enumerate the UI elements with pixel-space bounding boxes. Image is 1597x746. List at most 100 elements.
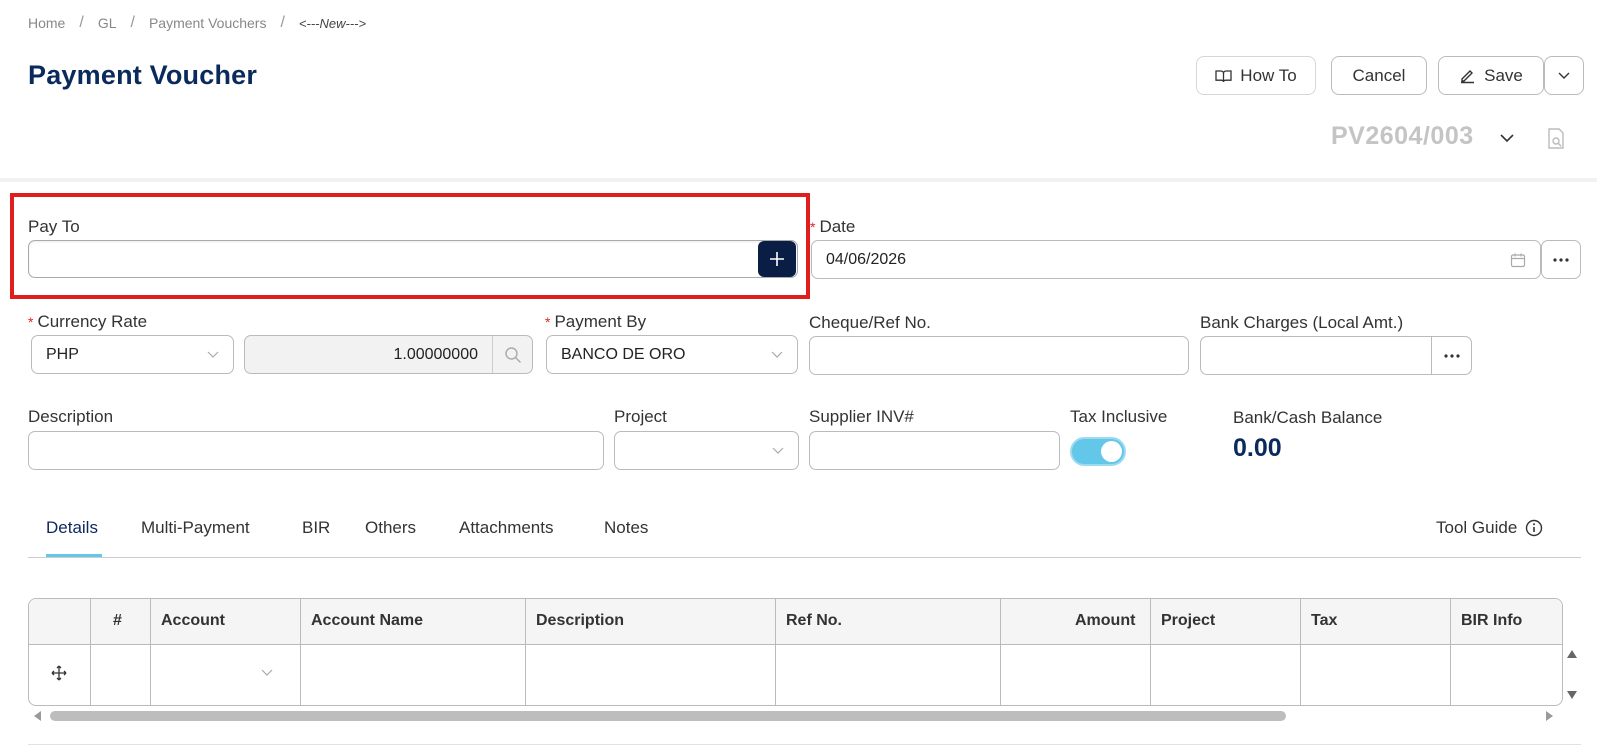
date-input[interactable]: 04/06/2026 — [812, 251, 1510, 269]
search-icon — [504, 346, 521, 363]
grid-header-bir-info[interactable]: BIR Info — [1461, 612, 1522, 630]
tool-guide-label: Tool Guide — [1436, 518, 1518, 537]
required-marker: * — [28, 314, 34, 330]
currency-select[interactable]: PHP — [31, 335, 234, 374]
tab-bar: Details Multi-Payment BIR Others Attachm… — [28, 502, 1581, 558]
currency-rate-input[interactable]: 1.00000000 — [245, 346, 492, 364]
bank-balance-value: 0.00 — [1233, 434, 1282, 462]
breadcrumb-payment-vouchers[interactable]: Payment Vouchers — [149, 15, 267, 31]
book-icon — [1215, 69, 1232, 82]
tab-bir[interactable]: BIR — [302, 518, 330, 538]
date-more-button[interactable] — [1541, 240, 1581, 279]
toggle-knob — [1101, 441, 1122, 462]
horizontal-scrollbar-thumb[interactable] — [50, 711, 1286, 721]
save-label: Save — [1484, 65, 1523, 85]
project-select[interactable] — [614, 431, 799, 470]
breadcrumb-separator: / — [79, 14, 84, 31]
tax-inclusive-toggle[interactable] — [1070, 437, 1126, 466]
bank-balance-label: Bank/Cash Balance — [1233, 408, 1383, 427]
rate-lookup-button[interactable] — [492, 336, 532, 373]
grid-col-divider — [525, 599, 526, 705]
scroll-down-arrow-icon[interactable] — [1566, 690, 1578, 700]
tool-guide-button[interactable]: Tool Guide — [1436, 518, 1543, 538]
document-search-icon[interactable] — [1546, 128, 1566, 150]
grid-header-account-name[interactable]: Account Name — [311, 612, 423, 630]
calendar-icon[interactable] — [1510, 252, 1526, 268]
bank-charges-label: Bank Charges (Local Amt.) — [1200, 313, 1404, 332]
cancel-button[interactable]: Cancel — [1331, 56, 1427, 95]
breadcrumb-separator: / — [130, 14, 135, 31]
grid-col-divider — [150, 599, 151, 705]
tax-inclusive-label: Tax Inclusive — [1070, 407, 1168, 426]
project-label: Project — [614, 407, 667, 426]
grid-col-divider — [775, 599, 776, 705]
bank-charges-field[interactable] — [1200, 336, 1472, 375]
date-field[interactable]: 04/06/2026 — [811, 240, 1541, 279]
bottom-divider — [28, 744, 1581, 745]
info-icon — [1526, 519, 1543, 537]
grid-header-account[interactable]: Account — [161, 612, 225, 630]
tab-others[interactable]: Others — [365, 518, 416, 538]
chevron-down-icon — [1558, 72, 1570, 79]
payment-by-label: * Payment By — [545, 312, 646, 332]
grid-header-description[interactable]: Description — [536, 612, 624, 630]
cheque-ref-label: Cheque/Ref No. — [809, 313, 931, 332]
scroll-right-arrow-icon[interactable] — [1545, 710, 1554, 722]
payment-by-value: BANCO DE ORO — [561, 345, 686, 363]
breadcrumb-separator: / — [280, 14, 285, 31]
chevron-down-icon — [771, 351, 783, 358]
currency-rate-field[interactable]: 1.00000000 — [244, 335, 533, 374]
pencil-icon — [1461, 70, 1475, 84]
tab-multi-payment[interactable]: Multi-Payment — [141, 518, 250, 538]
grid-header-ref-no[interactable]: Ref No. — [786, 612, 842, 630]
tab-notes[interactable]: Notes — [604, 518, 648, 538]
scroll-up-arrow-icon[interactable] — [1566, 649, 1578, 659]
account-dropdown-chevron-icon[interactable] — [261, 669, 273, 676]
grid-col-divider — [90, 599, 91, 705]
pay-to-field[interactable] — [28, 240, 798, 278]
date-label-text: Date — [819, 217, 856, 236]
grid-header-tax[interactable]: Tax — [1311, 612, 1337, 630]
grid-col-divider — [1000, 599, 1001, 705]
description-input[interactable] — [28, 431, 604, 470]
scroll-left-arrow-icon[interactable] — [33, 710, 42, 722]
tab-attachments[interactable]: Attachments — [459, 518, 554, 538]
required-marker: * — [545, 314, 551, 330]
cheque-ref-input[interactable] — [809, 336, 1189, 375]
payment-by-select[interactable]: BANCO DE ORO — [546, 335, 798, 374]
supplier-inv-input[interactable] — [809, 431, 1060, 470]
header-divider — [0, 178, 1597, 182]
grid-header-project[interactable]: Project — [1161, 612, 1215, 630]
currency-value: PHP — [46, 345, 79, 363]
required-marker: * — [810, 219, 816, 235]
document-number-chevron-icon[interactable] — [1500, 134, 1514, 143]
how-to-label: How To — [1240, 65, 1297, 85]
supplier-inv-label: Supplier INV# — [809, 407, 914, 426]
pay-to-label: Pay To — [28, 217, 80, 236]
drag-handle-icon[interactable] — [51, 665, 67, 681]
grid-col-divider — [1150, 599, 1151, 705]
add-payee-button[interactable] — [758, 241, 796, 277]
payment-by-label-text: Payment By — [554, 312, 647, 331]
save-button[interactable]: Save — [1438, 56, 1544, 95]
ellipsis-icon — [1443, 353, 1460, 358]
ellipsis-icon — [1553, 257, 1569, 262]
save-options-dropdown[interactable] — [1544, 56, 1584, 95]
breadcrumb-home[interactable]: Home — [28, 15, 65, 31]
grid-col-divider — [300, 599, 301, 705]
grid-header-number[interactable]: # — [113, 612, 122, 630]
page-title: Payment Voucher — [28, 60, 258, 90]
grid-col-divider — [1450, 599, 1451, 705]
chevron-down-icon — [772, 447, 784, 454]
bank-charges-more-button[interactable] — [1431, 337, 1471, 374]
grid-header-amount[interactable]: Amount — [1075, 612, 1135, 630]
how-to-button[interactable]: How To — [1196, 56, 1316, 95]
breadcrumb-gl[interactable]: GL — [98, 15, 117, 31]
document-number: PV2604/003 — [1331, 122, 1474, 150]
active-tab-indicator — [46, 554, 102, 557]
description-label: Description — [28, 407, 114, 426]
breadcrumb: Home / GL / Payment Vouchers / <---New--… — [28, 14, 366, 32]
currency-rate-label: * Currency Rate — [28, 312, 147, 332]
tab-details[interactable]: Details — [46, 518, 98, 538]
plus-icon — [770, 252, 784, 266]
